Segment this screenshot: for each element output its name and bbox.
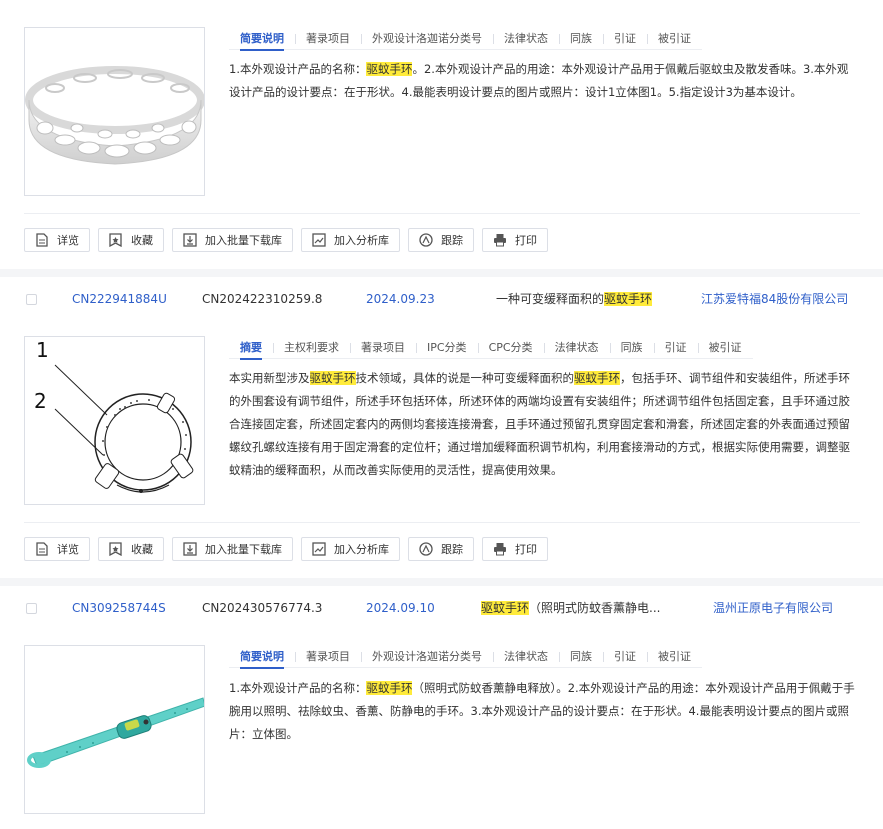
- results-page: 简要说明 著录项目 外观设计洛迦诺分类号 法律状态 同族 引证 被引证 1.本外…: [0, 0, 883, 829]
- card1-description: 1.本外观设计产品的名称：驱蚊手环。2.本外观设计产品的用途：本外观设计产品用于…: [229, 62, 849, 99]
- figure-label-2: 2: [34, 389, 47, 413]
- card2-meta-row: CN222941884U CN202422310259.8 2024.09.23…: [0, 288, 883, 310]
- track-button[interactable]: 跟踪: [408, 537, 474, 561]
- card1-tab-bibliographic[interactable]: 著录项目: [295, 29, 361, 49]
- card2-application-number: CN202422310259.8: [202, 292, 323, 306]
- document-icon: [35, 233, 49, 247]
- track-icon: [419, 542, 433, 556]
- card3-date: 2024.09.10: [366, 601, 435, 615]
- card2-date: 2024.09.23: [366, 292, 435, 306]
- result-thumbnail-ring-drawing[interactable]: 1 2: [24, 336, 205, 505]
- card2-abstract: 本实用新型涉及驱蚊手环技术领域，具体的说是一种可变缓释面积的驱蚊手环，包括手环、…: [229, 371, 850, 477]
- card2-applicant[interactable]: 江苏爱特福84股份有限公司: [701, 288, 848, 310]
- card2-tab-main-claim[interactable]: 主权利要求: [273, 338, 350, 358]
- card3-description: 1.本外观设计产品的名称：驱蚊手环（照明式防蚊香薰静电释放）。2.本外观设计产品…: [229, 681, 855, 741]
- printer-icon: [493, 233, 507, 247]
- card2-tab-legal-status[interactable]: 法律状态: [543, 338, 610, 358]
- card3-select-checkbox[interactable]: [26, 603, 37, 614]
- add-analysis-button[interactable]: 加入分析库: [301, 537, 400, 561]
- card2-select-checkbox[interactable]: [26, 294, 37, 305]
- download-icon: [183, 542, 197, 556]
- teal-wristband-image: [27, 697, 204, 768]
- card2-tab-citations[interactable]: 引证: [653, 338, 698, 358]
- card2-divider: [24, 522, 860, 523]
- favorite-button[interactable]: 收藏: [98, 537, 164, 561]
- print-button[interactable]: 打印: [482, 537, 548, 561]
- lattice-bracelet-image: [25, 66, 204, 165]
- card2-publication-number[interactable]: CN222941884U: [72, 288, 167, 310]
- printer-icon: [493, 542, 507, 556]
- bookmark-star-icon: [109, 542, 123, 556]
- keyword-highlight: 驱蚊手环: [366, 681, 413, 695]
- figure-label-1: 1: [36, 338, 49, 362]
- card2-action-bar: 详览 收藏 加入批量下载库 加入分析库 跟踪 打印: [24, 537, 548, 561]
- card2-title[interactable]: 一种可变缓释面积的驱蚊手环: [496, 288, 653, 310]
- ring-patent-drawing: 1 2: [34, 338, 194, 493]
- card3-tab-legal-status[interactable]: 法律状态: [493, 647, 559, 667]
- print-button[interactable]: 打印: [482, 228, 548, 252]
- card3-tab-brief[interactable]: 简要说明: [229, 647, 295, 669]
- card2-tab-cpc[interactable]: CPC分类: [477, 338, 544, 358]
- card3-tab-citations[interactable]: 引证: [603, 647, 647, 667]
- batch-download-button[interactable]: 加入批量下载库: [172, 228, 293, 252]
- card2-tab-cited-by[interactable]: 被引证: [697, 338, 753, 358]
- keyword-highlight: 驱蚊手环: [366, 62, 413, 76]
- card1-tab-cited-by[interactable]: 被引证: [647, 29, 702, 49]
- card3-applicant[interactable]: 温州正原电子有限公司: [713, 597, 833, 619]
- card2-tab-abstract[interactable]: 摘要: [229, 338, 273, 360]
- card2-tab-bibliographic[interactable]: 著录项目: [350, 338, 416, 358]
- download-icon: [183, 233, 197, 247]
- detail-button[interactable]: 详览: [24, 537, 90, 561]
- card3-tab-locarno[interactable]: 外观设计洛迦诺分类号: [361, 647, 493, 667]
- favorite-button[interactable]: 收藏: [98, 228, 164, 252]
- document-icon: [35, 542, 49, 556]
- track-button[interactable]: 跟踪: [408, 228, 474, 252]
- card3-tab-family[interactable]: 同族: [559, 647, 603, 667]
- card3-publication-number[interactable]: CN309258744S: [72, 597, 166, 619]
- card3-meta-row: CN309258744S CN202430576774.3 2024.09.10…: [0, 597, 883, 619]
- card3-tab-bibliographic[interactable]: 著录项目: [295, 647, 361, 667]
- keyword-highlight: 驱蚊手环: [481, 601, 530, 615]
- card1-tab-brief[interactable]: 简要说明: [229, 29, 295, 51]
- card1-tab-bar: 简要说明 著录项目 外观设计洛迦诺分类号 法律状态 同族 引证 被引证: [229, 28, 702, 51]
- keyword-highlight: 驱蚊手环: [574, 371, 620, 385]
- bookmark-star-icon: [109, 233, 123, 247]
- card-separator: [0, 578, 883, 586]
- card1-tab-legal-status[interactable]: 法律状态: [493, 29, 559, 49]
- card1-tab-family[interactable]: 同族: [559, 29, 603, 49]
- card1-action-bar: 详览 收藏 加入批量下载库 加入分析库 跟踪 打印: [24, 228, 548, 252]
- card-separator: [0, 269, 883, 277]
- card2-tab-bar: 摘要 主权利要求 著录项目 IPC分类 CPC分类 法律状态 同族 引证 被引证: [229, 337, 753, 360]
- detail-button[interactable]: 详览: [24, 228, 90, 252]
- keyword-highlight: 驱蚊手环: [604, 292, 653, 306]
- card1-tab-locarno[interactable]: 外观设计洛迦诺分类号: [361, 29, 493, 49]
- keyword-highlight: 驱蚊手环: [309, 371, 356, 385]
- batch-download-button[interactable]: 加入批量下载库: [172, 537, 293, 561]
- card3-application-number: CN202430576774.3: [202, 601, 323, 615]
- result-thumbnail-bracelet-lattice[interactable]: [24, 27, 205, 196]
- result-thumbnail-teal-band[interactable]: [24, 645, 205, 814]
- add-analysis-button[interactable]: 加入分析库: [301, 228, 400, 252]
- chart-icon: [312, 542, 326, 556]
- card3-tab-cited-by[interactable]: 被引证: [647, 647, 702, 667]
- track-icon: [419, 233, 433, 247]
- chart-icon: [312, 233, 326, 247]
- card3-title[interactable]: 驱蚊手环（照明式防蚊香薰静电...: [481, 597, 660, 619]
- card2-tab-ipc[interactable]: IPC分类: [416, 338, 478, 358]
- card1-tab-citations[interactable]: 引证: [603, 29, 647, 49]
- card1-divider: [24, 213, 860, 214]
- card3-tab-bar: 简要说明 著录项目 外观设计洛迦诺分类号 法律状态 同族 引证 被引证: [229, 646, 702, 669]
- card2-tab-family[interactable]: 同族: [609, 338, 654, 358]
